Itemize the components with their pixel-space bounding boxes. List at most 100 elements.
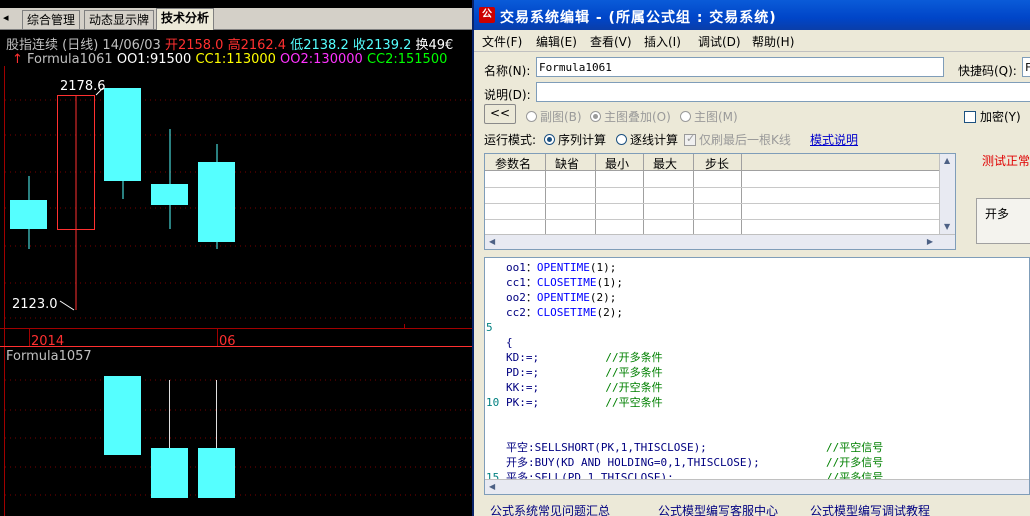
- menu-insert[interactable]: 插入(I): [644, 33, 681, 50]
- hand-value: 换49€: [415, 38, 454, 53]
- tutorial-link[interactable]: 公式模型编写调试教程: [810, 502, 930, 516]
- param-col-default[interactable]: 缺省: [555, 155, 579, 172]
- parameter-grid[interactable]: 参数名 缺省 最小 最大 步长 ▲ ▼ ◀ ▶: [484, 153, 956, 250]
- code-line[interactable]: {: [506, 335, 513, 350]
- time-label-06: 06: [219, 334, 236, 349]
- encrypt-label: 加密(Y): [980, 110, 1021, 124]
- date-label: 14/06/03: [102, 38, 161, 53]
- code-token: ：: [525, 291, 537, 304]
- shortcut-input[interactable]: F: [1022, 57, 1030, 77]
- radio-sequence-mode[interactable]: 序列计算: [544, 131, 606, 148]
- encrypt-checkbox[interactable]: 加密(Y): [964, 108, 1021, 125]
- grid-horizontal-scrollbar[interactable]: ◀ ▶: [485, 234, 955, 249]
- scroll-down-icon[interactable]: ▼: [944, 222, 950, 231]
- code-token: ：: [525, 276, 537, 289]
- param-col-step[interactable]: 步长: [705, 155, 729, 172]
- radio-dot-icon: [590, 111, 601, 122]
- code-editor[interactable]: 5 10 15 oo1：OPENTIME(1); cc1：CLOSETIME(1); o…: [484, 257, 1030, 495]
- candlestick-chart[interactable]: 2014 062178.62123.0: [0, 0, 472, 516]
- code-token: 平空:SELLSHORT(PK,1,THISCLOSE);: [506, 441, 707, 454]
- code-token: PD:=;: [506, 366, 540, 379]
- radio-main-chart[interactable]: 主图(M): [680, 108, 738, 125]
- description-input[interactable]: [536, 82, 1030, 102]
- code-token: (2);: [589, 291, 617, 304]
- high-value: 高2162.4: [227, 38, 287, 53]
- line-number: 10: [486, 396, 500, 409]
- code-comment: //开多条件: [605, 351, 663, 364]
- tab-scroll-left-icon[interactable]: ◂: [3, 11, 9, 24]
- name-input[interactable]: Formula1061: [536, 57, 944, 77]
- chart-panel[interactable]: 2014 06 2178.6 2123.0 ◂ 综合管理 动态显示牌 技术分析 股指连…: [0, 0, 472, 516]
- support-link[interactable]: 公式模型编写客服中心: [658, 502, 778, 516]
- line-number: 5: [486, 321, 493, 334]
- scroll-up-icon[interactable]: ▲: [944, 156, 950, 165]
- tab-dynamic-board[interactable]: 动态显示牌: [84, 10, 155, 29]
- menu-edit[interactable]: 编辑(E): [536, 33, 577, 50]
- formula-editor-window: 公 交易系统编辑 - (所属公式组 : 交易系统) 文件(F) 编辑(E) 查看…: [472, 0, 1030, 516]
- editor-horizontal-scrollbar[interactable]: ◀: [485, 479, 1029, 494]
- radio-sub-chart[interactable]: 副图(B): [526, 108, 582, 125]
- radio-tick-mode[interactable]: 逐线计算: [616, 131, 678, 148]
- app-icon: 公: [479, 7, 495, 23]
- code-line[interactable]: cc2：CLOSETIME(2);: [506, 305, 623, 320]
- code-area[interactable]: oo1：OPENTIME(1); cc1：CLOSETIME(1); oo2：OPE…: [506, 258, 1029, 484]
- collapse-button[interactable]: <<: [484, 104, 516, 124]
- refresh-last-bar-checkbox[interactable]: 仅刷最后一根K线: [684, 131, 791, 148]
- code-token: (1);: [596, 276, 623, 289]
- instrument-title: 股指连续 (日线): [6, 38, 99, 53]
- radio-dot-icon: [544, 134, 555, 145]
- scroll-left-icon[interactable]: ◀: [489, 482, 495, 491]
- parameter-grid-header: 参数名 缺省 最小 最大 步长: [485, 154, 955, 171]
- oo2-value: OO2:130000: [280, 52, 363, 67]
- scroll-right-icon[interactable]: ▶: [927, 237, 933, 246]
- formula-name: Formula1061: [27, 52, 113, 67]
- code-line[interactable]: PK:=; //平空条件: [506, 395, 663, 410]
- code-line[interactable]: KD:=; //开多条件: [506, 350, 663, 365]
- code-token: oo2: [506, 291, 526, 304]
- param-col-name[interactable]: 参数名: [495, 155, 531, 172]
- code-token: KK:=;: [506, 381, 540, 394]
- grid-divider: [693, 154, 694, 236]
- radio-main-overlay[interactable]: 主图叠加(O): [590, 108, 671, 125]
- grid-vertical-scrollbar[interactable]: ▲ ▼: [939, 154, 955, 236]
- code-line[interactable]: oo2：OPENTIME(2);: [506, 290, 616, 305]
- min-price-pointer: [59, 300, 75, 311]
- open-value: 开2158.0: [164, 38, 224, 53]
- menu-debug[interactable]: 调试(D): [698, 33, 741, 50]
- radio-dot-icon: [680, 111, 691, 122]
- run-mode-label: 运行模式:: [484, 133, 537, 147]
- tab-composite-management[interactable]: 综合管理: [22, 10, 81, 29]
- code-line[interactable]: KK:=; //开空条件: [506, 380, 663, 395]
- candle-body-down: [151, 184, 188, 205]
- code-token: {: [506, 336, 513, 349]
- menu-help[interactable]: 帮助(H): [752, 33, 794, 50]
- radio-sub-chart-label: 副图(B): [540, 110, 582, 124]
- code-line[interactable]: oo1：OPENTIME(1);: [506, 260, 616, 275]
- title-bar[interactable]: 公 交易系统编辑 - (所属公式组 : 交易系统): [474, 0, 1030, 30]
- param-col-min[interactable]: 最小: [605, 155, 629, 172]
- menu-bar: 文件(F) 编辑(E) 查看(V) 插入(I) 调试(D) 帮助(H): [474, 30, 1030, 52]
- code-line[interactable]: 平空:SELLSHORT(PK,1,THISCLOSE); //平空信号: [506, 440, 883, 455]
- code-token: (2);: [596, 306, 623, 319]
- tab-technical-analysis[interactable]: 技术分析: [156, 8, 215, 30]
- menu-view[interactable]: 查看(V): [590, 33, 632, 50]
- faq-link[interactable]: 公式系统常见问题汇总: [490, 502, 610, 516]
- code-token: KD:=;: [506, 351, 540, 364]
- radio-main-chart-label: 主图(M): [694, 110, 738, 124]
- code-line[interactable]: PD:=; //平多条件: [506, 365, 663, 380]
- code-line[interactable]: 开多:BUY(KD AND HOLDING=0,1,THISCLOSE); //…: [506, 455, 883, 470]
- param-col-max[interactable]: 最大: [653, 155, 677, 172]
- tab-open-long[interactable]: 开多: [976, 198, 1030, 244]
- code-token: (1);: [589, 261, 617, 274]
- radio-sequence-label: 序列计算: [558, 133, 607, 147]
- radio-dot-icon: [616, 134, 627, 145]
- indicator-bar: [104, 376, 141, 455]
- scroll-left-icon[interactable]: ◀: [489, 237, 495, 246]
- menu-file[interactable]: 文件(F): [482, 33, 522, 50]
- mode-help-link[interactable]: 模式说明: [810, 131, 858, 148]
- code-line[interactable]: cc1：CLOSETIME(1);: [506, 275, 623, 290]
- code-token: 开多:BUY(KD AND HOLDING=0,1,THISCLOSE);: [506, 456, 760, 469]
